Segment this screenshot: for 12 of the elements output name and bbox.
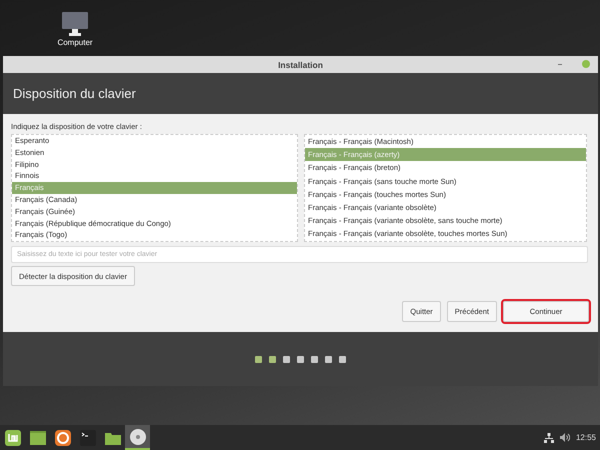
terminal-icon — [78, 428, 96, 446]
clock[interactable]: 12:55 — [576, 433, 596, 442]
disc-icon — [128, 428, 146, 446]
volume-icon[interactable] — [560, 433, 570, 442]
monitor-icon[interactable] — [62, 12, 88, 36]
ring-logo-icon — [54, 428, 72, 446]
page-heading: Disposition du clavier — [13, 86, 136, 101]
mint-logo-icon — [4, 428, 22, 446]
desktop-icon-label[interactable]: Computer — [57, 38, 93, 47]
network-icon[interactable] — [544, 432, 554, 442]
window-icon — [28, 428, 46, 446]
window-title: Installation — [278, 60, 323, 70]
